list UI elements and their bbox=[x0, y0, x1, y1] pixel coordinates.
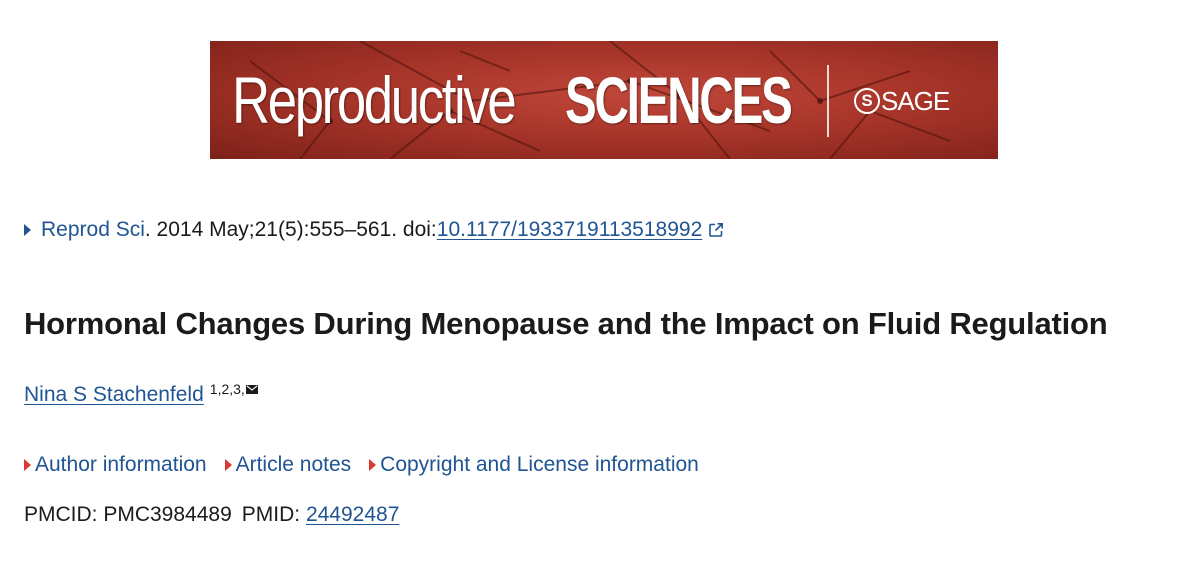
doi-link[interactable]: 10.1177/1933719113518992 bbox=[437, 215, 703, 245]
journal-title-bold: SCIENCES bbox=[565, 63, 793, 137]
journal-banner[interactable]: Reproductive SCIENCES S SAGE bbox=[210, 41, 998, 159]
caret-right-icon bbox=[224, 459, 232, 471]
toggle-label[interactable]: Article notes bbox=[236, 453, 352, 477]
toggle-label[interactable]: Copyright and License information bbox=[380, 453, 699, 477]
caret-right-icon bbox=[369, 459, 377, 471]
pmid-link[interactable]: 24492487 bbox=[306, 503, 399, 526]
banner-divider bbox=[827, 65, 829, 137]
article-title: Hormonal Changes During Menopause and th… bbox=[24, 306, 1108, 341]
author-name-link[interactable]: Nina S Stachenfeld bbox=[24, 383, 204, 407]
author-line: Nina S Stachenfeld 1,2,3, bbox=[24, 381, 258, 407]
journal-title: Reproductive SCIENCES bbox=[232, 55, 793, 145]
journal-title-light: Reproductive bbox=[232, 63, 517, 137]
affiliation-numbers[interactable]: 1,2,3, bbox=[210, 381, 245, 397]
citation-details: . 2014 May;21(5):555–561. doi: bbox=[144, 218, 437, 241]
pmcid: PMCID: PMC3984489 bbox=[24, 503, 232, 526]
journal-abbrev-link[interactable]: Reprod Sci bbox=[41, 215, 145, 245]
sage-logo-icon: S bbox=[854, 88, 880, 114]
article-info-toggles: Author information Article notes Copyrig… bbox=[24, 453, 717, 477]
caret-right-icon bbox=[24, 459, 31, 471]
envelope-icon[interactable] bbox=[245, 384, 258, 394]
citation-line: Reprod Sci . 2014 May;21(5):555–561. doi… bbox=[24, 215, 724, 245]
pmid-label: PMID: bbox=[241, 503, 306, 526]
toggle-copyright-license[interactable]: Copyright and License information bbox=[369, 453, 699, 477]
toggle-author-information[interactable]: Author information bbox=[24, 453, 207, 477]
toggle-label[interactable]: Author information bbox=[35, 453, 207, 477]
article-identifiers: PMCID: PMC3984489 PMID: 24492487 bbox=[24, 503, 399, 527]
caret-right-icon[interactable] bbox=[24, 224, 31, 236]
publisher-logo: S SAGE bbox=[854, 84, 950, 118]
publisher-name: SAGE bbox=[881, 85, 950, 116]
author-affiliations: 1,2,3, bbox=[210, 381, 258, 397]
toggle-article-notes[interactable]: Article notes bbox=[224, 453, 352, 477]
external-link-icon[interactable] bbox=[708, 222, 724, 238]
